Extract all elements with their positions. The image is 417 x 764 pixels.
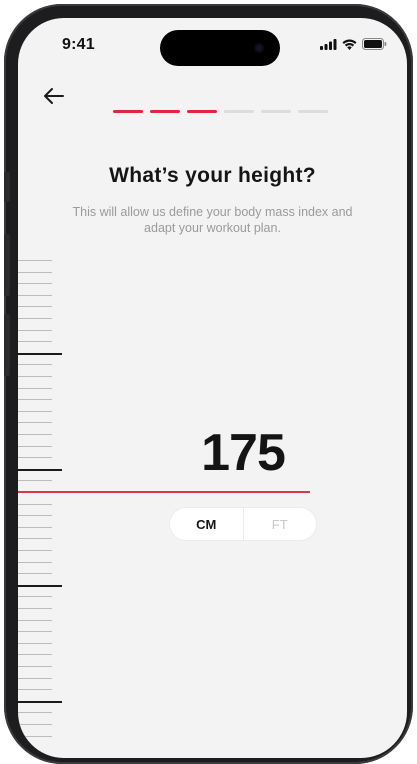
onboarding-progress [113,110,328,113]
progress-step [224,110,254,113]
battery-icon [362,38,387,50]
ruler-tick [18,271,52,273]
ruler-major-tick [18,584,62,587]
status-time: 9:41 [62,36,95,53]
unit-option-cm[interactable]: CM [170,508,243,540]
ruler-tick [18,677,52,679]
ruler-major-tick [18,468,62,471]
dynamic-island [160,30,280,66]
ruler-tick [18,596,52,598]
progress-step [187,110,217,113]
selection-indicator-line [18,491,310,493]
ruler-tick [18,306,52,308]
ruler-tick [18,434,52,435]
ruler-tick [18,573,52,575]
camera-icon [254,43,264,53]
ruler-tick [18,608,52,609]
height-value: 175 [201,424,286,482]
ruler-major-tick [18,352,62,355]
volume-up-button [4,234,10,296]
ruler-tick [18,735,52,737]
progress-step [261,110,291,113]
ruler-tick [18,666,52,667]
ruler-tick [18,724,52,725]
ruler-tick [18,445,52,447]
ruler-tick [18,376,52,377]
ruler-tick [18,260,52,261]
progress-step [150,110,180,113]
ruler-tick [18,526,52,528]
status-icons [320,38,387,50]
ruler-tick [18,294,52,296]
page-title: What’s your height? [109,164,316,187]
progress-step [298,110,328,113]
ruler-major-tick [18,700,62,703]
phone-frame: 9:41 What’s your height? This will allow… [4,4,413,764]
signal-icon [320,38,337,50]
ruler-tick [18,689,52,691]
ruler-tick [18,410,52,412]
ruler-tick [18,550,52,551]
ruler-tick [18,318,52,319]
ruler-tick [18,341,52,343]
ruler-tick [18,399,52,401]
progress-step [113,110,143,113]
ruler-tick [18,457,52,459]
ruler-tick [18,283,52,285]
mute-switch [4,172,10,202]
ruler-tick [18,387,52,389]
back-button[interactable] [40,82,68,110]
wifi-icon [342,39,357,50]
ruler-tick [18,480,52,482]
volume-down-button [4,314,10,376]
ruler-tick [18,654,52,656]
unit-toggle[interactable]: CM FT [170,508,316,540]
ruler-tick [18,515,52,517]
ruler-tick [18,422,52,424]
unit-option-ft[interactable]: FT [242,508,317,540]
ruler-tick [18,619,52,621]
ruler-tick [18,503,52,505]
app-screen: 9:41 What’s your height? This will allow… [18,18,407,758]
ruler-tick [18,642,52,644]
ruler-tick [18,631,52,633]
ruler-tick [18,712,52,714]
ruler-tick [18,364,52,366]
arrow-left-icon [44,88,64,104]
ruler-tick [18,329,52,331]
ruler-tick [18,538,52,540]
ruler-tick [18,561,52,563]
page-subtitle: This will allow us define your body mass… [72,205,353,235]
